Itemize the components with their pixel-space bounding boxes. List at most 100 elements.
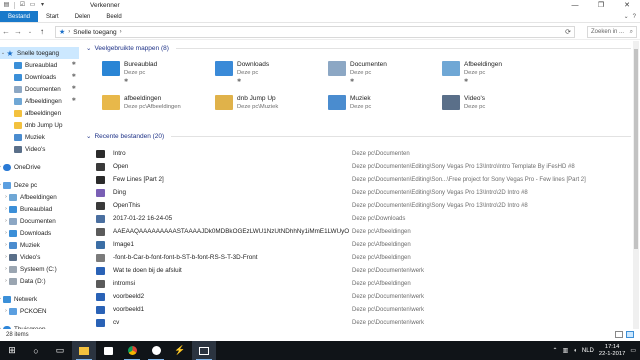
chevron-right-icon[interactable]: ›	[120, 29, 122, 35]
sidebar-item[interactable]: › PCKOEN	[0, 305, 79, 317]
sidebar-item[interactable]: Bureaublad ✱	[0, 59, 79, 71]
notifications-icon[interactable]: ▭	[630, 347, 636, 354]
sidebar-item[interactable]: › Muziek	[0, 239, 79, 251]
vertical-scrollbar[interactable]	[633, 41, 639, 329]
scrollbar-thumb[interactable]	[634, 49, 638, 249]
volume-icon[interactable]: ◖	[573, 348, 577, 354]
ribbon-expand-icon[interactable]: ⌄	[624, 11, 629, 23]
recent-locations-icon[interactable]: ⌄	[24, 29, 36, 35]
recent-file-row[interactable]: 2017-01-22 16-24-05 Deze pc\Downloads	[96, 212, 632, 225]
collapse-icon: ⌄	[86, 45, 92, 52]
tab-view[interactable]: Beeld	[98, 11, 129, 22]
file-name: intromsi	[113, 280, 136, 287]
sidebar-item-label: dnb Jump Up	[25, 121, 63, 129]
task-view-icon[interactable]: ▭	[48, 341, 72, 360]
frequent-folder-tile[interactable]: Downloads Deze pc ✱	[195, 57, 305, 87]
recent-file-row[interactable]: intromsi Deze pc\Afbeeldingen	[96, 277, 632, 290]
frequent-folder-tile[interactable]: Documenten Deze pc ✱	[308, 57, 418, 87]
sidebar-item[interactable]: Documenten ✱	[0, 83, 79, 95]
search-icon[interactable]: ○	[24, 341, 48, 360]
address-field[interactable]: ★ › Snelle toegang › ⟳	[55, 26, 575, 38]
clock[interactable]: 17:14 22-1-2017	[599, 344, 625, 358]
up-button[interactable]: ↑	[36, 27, 48, 36]
frequent-folder-tile[interactable]: dnb Jump Up Deze pc\Muziek	[195, 91, 305, 121]
forward-button[interactable]: →	[12, 27, 24, 36]
breadcrumb[interactable]: Snelle toegang	[73, 29, 116, 36]
search-icon: ⌕	[629, 29, 633, 35]
sidebar-item[interactable]: › Afbeeldingen	[0, 191, 79, 203]
tray-expand-icon[interactable]: ⌃	[553, 347, 558, 354]
close-button[interactable]: ✕	[614, 0, 640, 11]
chevron-right-icon[interactable]: ›	[68, 29, 70, 35]
frequent-folder-tile[interactable]: Video's Deze pc	[422, 91, 532, 121]
recent-files-header[interactable]: ⌄ Recente bestanden (20)	[86, 132, 631, 140]
tab-home[interactable]: Start	[38, 11, 67, 22]
start-button[interactable]: ⊞	[0, 341, 24, 360]
minimize-button[interactable]: —	[562, 0, 588, 11]
frequent-folder-tile[interactable]: Muziek Deze pc	[308, 91, 418, 121]
recent-file-row[interactable]: -font-b-Car-b-font-font-b-ST-b-font-RS-S…	[96, 251, 632, 264]
sidebar-item[interactable]: ⌄ ★ Snelle toegang	[0, 47, 79, 59]
file-icon	[96, 279, 105, 288]
sidebar-item[interactable]: › Data (D:)	[0, 275, 79, 287]
file-path: Deze pc\Documenten\werk	[352, 306, 425, 313]
frequent-folder-tile[interactable]: Bureaublad Deze pc ✱	[82, 57, 192, 87]
sidebar-item-label: Documenten	[20, 217, 56, 225]
properties-icon[interactable]: ☑	[19, 2, 26, 9]
recent-file-row[interactable]: Image1 Deze pc\Afbeeldingen	[96, 238, 632, 251]
recent-file-row[interactable]: AAEAAQAAAAAAAAASTAAAAJDk0MDBkOGEzLWU1NzU…	[96, 225, 632, 238]
sidebar-item[interactable]: › Downloads	[0, 227, 79, 239]
sidebar-item[interactable]: afbeeldingen	[0, 107, 79, 119]
steam-taskbar-icon[interactable]	[144, 341, 168, 360]
drive-icon	[9, 265, 17, 273]
sidebar-item[interactable]: Muziek	[0, 131, 79, 143]
help-icon[interactable]: ?	[633, 11, 636, 23]
language-indicator[interactable]: NLD	[582, 348, 594, 354]
recent-file-row[interactable]: Wat te doen bij de afsluit Deze pc\Docume…	[96, 264, 632, 277]
recent-file-row[interactable]: Few Lines [Part 2] Deze pc\Documenten\Edi…	[96, 173, 632, 186]
network-icon[interactable]: ▥	[563, 347, 569, 354]
file-icon	[96, 318, 105, 327]
quick-access-dropdown-icon[interactable]: ▾	[39, 2, 46, 9]
new-folder-icon[interactable]: ▭	[29, 2, 36, 9]
sidebar-item-label: Documenten	[25, 85, 61, 93]
tiles-view-icon[interactable]	[626, 331, 634, 338]
sidebar-item[interactable]: dnb Jump Up	[0, 119, 79, 131]
back-button[interactable]: ←	[0, 27, 12, 36]
sidebar-item[interactable]: ›Deze pc	[0, 179, 79, 191]
recent-file-row[interactable]: Intro Deze pc\Documenten	[96, 147, 632, 160]
file-icon	[96, 162, 105, 171]
sidebar-item[interactable]: Downloads ✱	[0, 71, 79, 83]
file-explorer-taskbar-icon[interactable]	[72, 341, 96, 360]
vegas-taskbar-icon[interactable]: ⚡	[168, 341, 192, 360]
refresh-icon[interactable]: ⟳	[565, 28, 571, 36]
recent-file-row[interactable]: voorbeeld1 Deze pc\Documenten\werk	[96, 303, 632, 316]
maximize-button[interactable]: ❐	[588, 0, 614, 11]
store-taskbar-icon[interactable]	[96, 341, 120, 360]
search-input[interactable]: Zoeken in ... ⌕	[587, 26, 637, 38]
sidebar-item[interactable]: Video's	[0, 143, 79, 155]
explorer-icon[interactable]: ▤	[3, 2, 10, 9]
recent-file-row[interactable]: voorbeeld2 Deze pc\Documenten\werk	[96, 290, 632, 303]
frequent-folder-tile[interactable]: afbeeldingen Deze pc\Afbeeldingen	[82, 91, 192, 121]
frequent-folders-header[interactable]: ⌄ Veelgebruikte mappen (8)	[86, 44, 631, 52]
sidebar-item[interactable]: › Systeem (C:)	[0, 263, 79, 275]
sidebar-item[interactable]: ›Netwerk	[0, 293, 79, 305]
file-path: Deze pc\Documenten	[352, 150, 410, 157]
sidebar-item[interactable]: › Documenten	[0, 215, 79, 227]
recent-file-row[interactable]: Ding Deze pc\Documenten\Editing\Sony Vega…	[96, 186, 632, 199]
recent-file-row[interactable]: cv Deze pc\Documenten\werk	[96, 316, 632, 329]
sidebar-item[interactable]: › Video's	[0, 251, 79, 263]
sidebar-item[interactable]: Afbeeldingen ✱	[0, 95, 79, 107]
terminal-taskbar-icon[interactable]	[192, 341, 216, 360]
tab-file[interactable]: Bestand	[0, 11, 39, 22]
chrome-taskbar-icon[interactable]	[120, 341, 144, 360]
recent-file-row[interactable]: Open Deze pc\Documenten\Editing\Sony Vega…	[96, 160, 632, 173]
recent-file-row[interactable]: OpenThis Deze pc\Documenten\Editing\Sony …	[96, 199, 632, 212]
details-view-icon[interactable]	[615, 331, 623, 338]
tab-share[interactable]: Delen	[67, 11, 99, 22]
frequent-folder-tile[interactable]: Afbeeldingen Deze pc ✱	[422, 57, 532, 87]
file-icon	[96, 227, 105, 236]
sidebar-item[interactable]: › Bureaublad	[0, 203, 79, 215]
sidebar-item[interactable]: ›OneDrive	[0, 161, 79, 173]
